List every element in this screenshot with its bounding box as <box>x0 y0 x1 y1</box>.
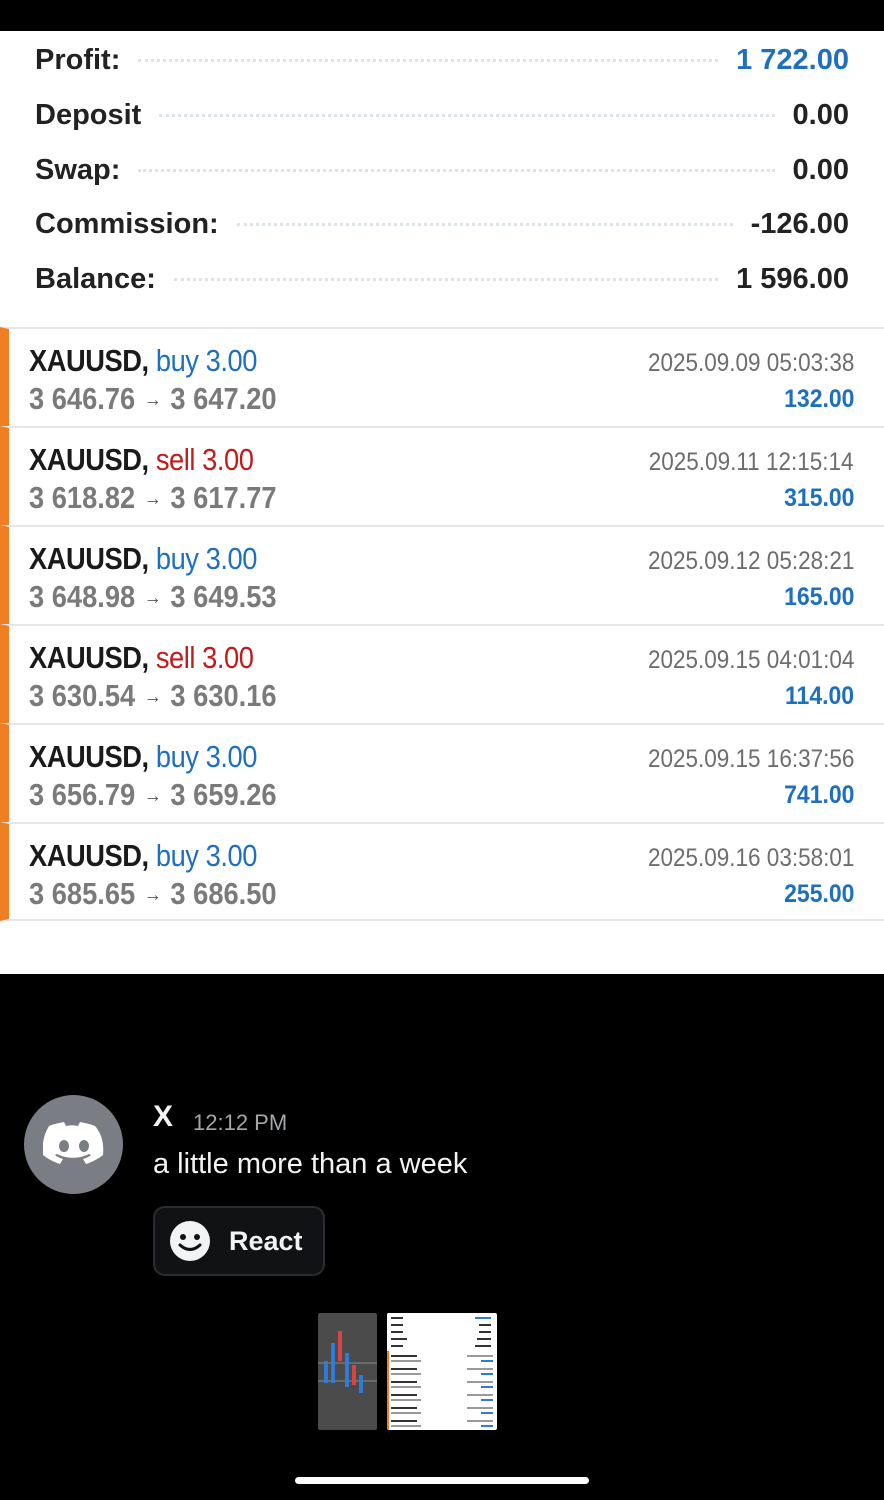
arrow-right-icon: → <box>143 884 162 907</box>
dotted-leader <box>159 113 775 117</box>
trade-prices: 3 656.79 → 3 659.26 <box>29 777 277 813</box>
close-price: 3 617.77 <box>170 480 277 515</box>
trade-row[interactable]: XAUUSD, sell 3.00 3 630.54 → 3 630.16 2025… <box>0 624 884 723</box>
trade-time: 2025.09.16 03:58:01 <box>647 844 854 872</box>
open-price: 3 685.65 <box>29 876 136 911</box>
trade-row[interactable]: XAUUSD, buy 3.00 3 685.65 → 3 686.50 2025.… <box>0 822 884 921</box>
summary-label: Commission: <box>35 207 219 240</box>
arrow-right-icon: → <box>143 686 162 709</box>
message-text: a little more than a week <box>153 1148 468 1180</box>
dotted-leader <box>173 277 719 281</box>
trade-side: buy 3.00 <box>155 838 258 873</box>
trade-report: Profit: 1 722.00 Deposit 0.00 Swap: 0.00… <box>0 31 884 974</box>
symbol: XAUUSD, <box>29 343 149 378</box>
open-price: 3 648.98 <box>29 579 136 614</box>
dotted-leader <box>138 58 719 62</box>
trade-side: sell 3.00 <box>155 442 254 477</box>
trade-profit: 741.00 <box>783 781 854 809</box>
trade-side: buy 3.00 <box>155 541 258 576</box>
image-thumbnail-chart[interactable] <box>318 1313 377 1430</box>
close-price: 3 647.20 <box>170 381 277 416</box>
summary-value: -126.00 <box>750 207 849 240</box>
react-button[interactable]: React <box>153 1206 325 1276</box>
trade-symbol: XAUUSD, buy 3.00 <box>29 343 257 379</box>
trade-symbol: XAUUSD, buy 3.00 <box>29 838 257 874</box>
dotted-leader <box>236 222 733 226</box>
dotted-leader <box>138 168 775 172</box>
status-bar <box>0 0 884 31</box>
smiley-icon <box>170 1221 210 1261</box>
trade-list: XAUUSD, buy 3.00 3 646.76 → 3 647.20 2025.… <box>0 327 884 921</box>
summary-value: 1 722.00 <box>736 43 849 76</box>
trade-profit: 132.00 <box>783 385 854 413</box>
trade-prices: 3 630.54 → 3 630.16 <box>29 678 277 714</box>
react-label: React <box>229 1225 303 1256</box>
arrow-right-icon: → <box>143 785 162 808</box>
discord-logo-icon <box>42 1121 103 1164</box>
summary-label: Deposit <box>35 98 142 131</box>
trade-time: 2025.09.12 05:28:21 <box>647 547 854 575</box>
close-price: 3 659.26 <box>170 777 277 812</box>
trade-side: sell 3.00 <box>155 640 254 675</box>
open-price: 3 656.79 <box>29 777 136 812</box>
symbol: XAUUSD, <box>29 541 149 576</box>
trade-profit: 255.00 <box>783 880 854 908</box>
summary-value: 0.00 <box>792 98 849 131</box>
close-price: 3 649.53 <box>170 579 277 614</box>
trade-time: 2025.09.11 12:15:14 <box>649 448 854 476</box>
open-price: 3 618.82 <box>29 480 136 515</box>
trade-symbol: XAUUSD, sell 3.00 <box>29 442 254 478</box>
trade-side: buy 3.00 <box>155 739 258 774</box>
trade-prices: 3 648.98 → 3 649.53 <box>29 579 277 615</box>
symbol: XAUUSD, <box>29 640 149 675</box>
avatar[interactable] <box>24 1095 123 1194</box>
open-price: 3 646.76 <box>29 381 136 416</box>
summary-row-balance: Balance: 1 596.00 <box>35 259 849 299</box>
summary-row-deposit: Deposit 0.00 <box>35 95 849 135</box>
trade-side: buy 3.00 <box>155 343 258 378</box>
close-price: 3 630.16 <box>170 678 277 713</box>
trade-prices: 3 618.82 → 3 617.77 <box>29 480 277 516</box>
chart-thumbnail-icon <box>318 1331 377 1393</box>
summary-label: Swap: <box>35 153 121 186</box>
trade-profit: 165.00 <box>783 583 854 611</box>
author-name[interactable]: X <box>153 1100 173 1134</box>
trade-time: 2025.09.15 04:01:04 <box>647 646 854 674</box>
trade-profit: 315.00 <box>783 484 854 512</box>
trade-time: 2025.09.15 16:37:56 <box>647 745 854 773</box>
trade-symbol: XAUUSD, buy 3.00 <box>29 541 257 577</box>
arrow-right-icon: → <box>143 389 162 412</box>
arrow-right-icon: → <box>143 587 162 610</box>
open-price: 3 630.54 <box>29 678 136 713</box>
trade-prices: 3 685.65 → 3 686.50 <box>29 876 277 912</box>
summary-value: 1 596.00 <box>736 262 849 295</box>
image-thumbnail-report[interactable] <box>387 1313 497 1430</box>
summary-row-swap: Swap: 0.00 <box>35 150 849 190</box>
symbol: XAUUSD, <box>29 442 149 477</box>
trade-symbol: XAUUSD, buy 3.00 <box>29 739 257 775</box>
summary-value: 0.00 <box>792 153 849 186</box>
trade-symbol: XAUUSD, sell 3.00 <box>29 640 254 676</box>
trade-profit: 114.00 <box>784 682 854 710</box>
trade-row[interactable]: XAUUSD, buy 3.00 3 656.79 → 3 659.26 2025.… <box>0 723 884 822</box>
message-timestamp: 12:12 PM <box>193 1110 288 1135</box>
summary-row-profit: Profit: 1 722.00 <box>35 40 849 80</box>
report-thumbnail-icon <box>387 1317 493 1430</box>
symbol: XAUUSD, <box>29 838 149 873</box>
summary-row-commission: Commission: -126.00 <box>35 204 849 244</box>
home-indicator[interactable] <box>295 1477 589 1484</box>
trade-prices: 3 646.76 → 3 647.20 <box>29 381 277 417</box>
arrow-right-icon: → <box>143 488 162 511</box>
summary-label: Profit: <box>35 43 121 76</box>
trade-row[interactable]: XAUUSD, buy 3.00 3 648.98 → 3 649.53 2025.… <box>0 525 884 624</box>
symbol: XAUUSD, <box>29 739 149 774</box>
trade-row[interactable]: XAUUSD, sell 3.00 3 618.82 → 3 617.77 2025… <box>0 426 884 525</box>
trade-row[interactable]: XAUUSD, buy 3.00 3 646.76 → 3 647.20 2025.… <box>0 327 884 426</box>
close-price: 3 686.50 <box>170 876 277 911</box>
trade-time: 2025.09.09 05:03:38 <box>647 349 854 377</box>
summary-label: Balance: <box>35 262 156 295</box>
